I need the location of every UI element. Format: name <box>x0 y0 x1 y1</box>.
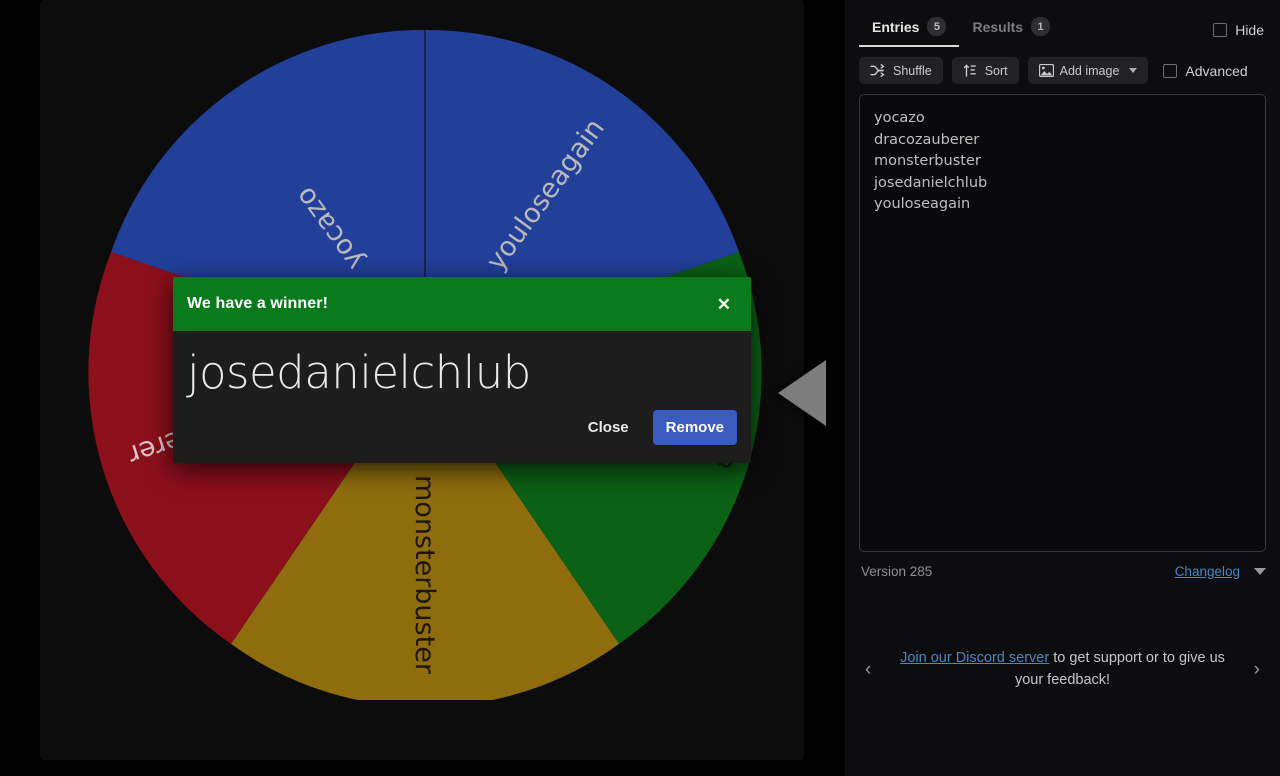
winner-dialog: We have a winner! ✕ josedanielchlub Clos… <box>173 277 751 463</box>
winner-dialog-footer: Close Remove <box>173 402 751 463</box>
add-image-button-label: Add image <box>1059 63 1120 78</box>
changelog-group: Changelog <box>1175 564 1266 579</box>
side-panel: Entries 5 Results 1 Hide Shuffle Sort Ad… <box>845 0 1280 776</box>
tab-results-label: Results <box>972 18 1024 35</box>
close-button[interactable]: Close <box>578 411 639 444</box>
entry-item[interactable]: youloseagain <box>874 194 1251 216</box>
discord-link[interactable]: Join our Discord server <box>900 650 1049 666</box>
wheel-label-monsterbuster: monsterbuster <box>409 475 440 675</box>
tab-entries-badge: 5 <box>927 17 947 36</box>
winner-dialog-title: We have a winner! <box>187 295 329 312</box>
shuffle-icon <box>870 64 885 77</box>
winner-dialog-header: We have a winner! ✕ <box>173 277 751 331</box>
image-icon <box>1038 64 1054 77</box>
tab-entries[interactable]: Entries 5 <box>859 17 960 47</box>
close-icon[interactable]: ✕ <box>711 292 737 317</box>
shuffle-button[interactable]: Shuffle <box>859 57 943 84</box>
entry-item[interactable]: josedanielchlub <box>874 173 1251 195</box>
entry-item[interactable]: yocazo <box>874 108 1251 130</box>
winner-name-text: josedanielchlub <box>187 346 531 399</box>
advanced-checkbox-box[interactable] <box>1163 63 1178 78</box>
sort-button-label: Sort <box>984 63 1008 78</box>
version-label: Version 285 <box>861 564 933 579</box>
promo-banner: ‹ Join our Discord server to get support… <box>845 648 1280 691</box>
advanced-checkbox-label: Advanced <box>1185 62 1248 79</box>
entry-item[interactable]: dracozauberer <box>874 130 1251 152</box>
wheel-panel: yocazo youloseagain josedanielchlub mons… <box>40 0 826 760</box>
app-root: yocazo youloseagain josedanielchlub mons… <box>0 0 1280 776</box>
remove-button[interactable]: Remove <box>652 409 737 445</box>
winner-dialog-body: josedanielchlub <box>173 331 751 402</box>
sort-icon <box>963 64 977 77</box>
promo-text: Join our Discord server to get support o… <box>885 648 1239 691</box>
add-image-button[interactable]: Add image <box>1027 57 1149 84</box>
tab-bar: Entries 5 Results 1 Hide <box>845 0 1280 47</box>
entry-item[interactable]: monsterbuster <box>874 151 1251 173</box>
tab-results[interactable]: Results 1 <box>959 17 1063 47</box>
entries-textarea[interactable]: yocazo dracozauberer monsterbuster josed… <box>859 94 1266 552</box>
advanced-checkbox[interactable]: Advanced <box>1163 62 1248 79</box>
chevron-down-icon[interactable] <box>1254 568 1266 575</box>
hide-checkbox-box[interactable] <box>1213 23 1228 37</box>
hide-checkbox[interactable]: Hide <box>1213 22 1264 38</box>
sort-button[interactable]: Sort <box>951 57 1019 84</box>
changelog-link[interactable]: Changelog <box>1175 564 1240 579</box>
shuffle-button-label: Shuffle <box>893 63 932 78</box>
entries-toolbar: Shuffle Sort Add image Advanced <box>845 47 1280 94</box>
tab-entries-label: Entries <box>872 18 920 35</box>
promo-prev-icon[interactable]: ‹ <box>857 654 879 685</box>
wheel-pointer-icon <box>778 360 826 426</box>
chevron-down-icon[interactable] <box>1129 68 1138 73</box>
tab-results-badge: 1 <box>1031 17 1051 36</box>
promo-next-icon[interactable]: › <box>1246 654 1268 685</box>
version-row: Version 285 Changelog <box>845 552 1280 579</box>
hide-checkbox-label: Hide <box>1235 22 1264 38</box>
